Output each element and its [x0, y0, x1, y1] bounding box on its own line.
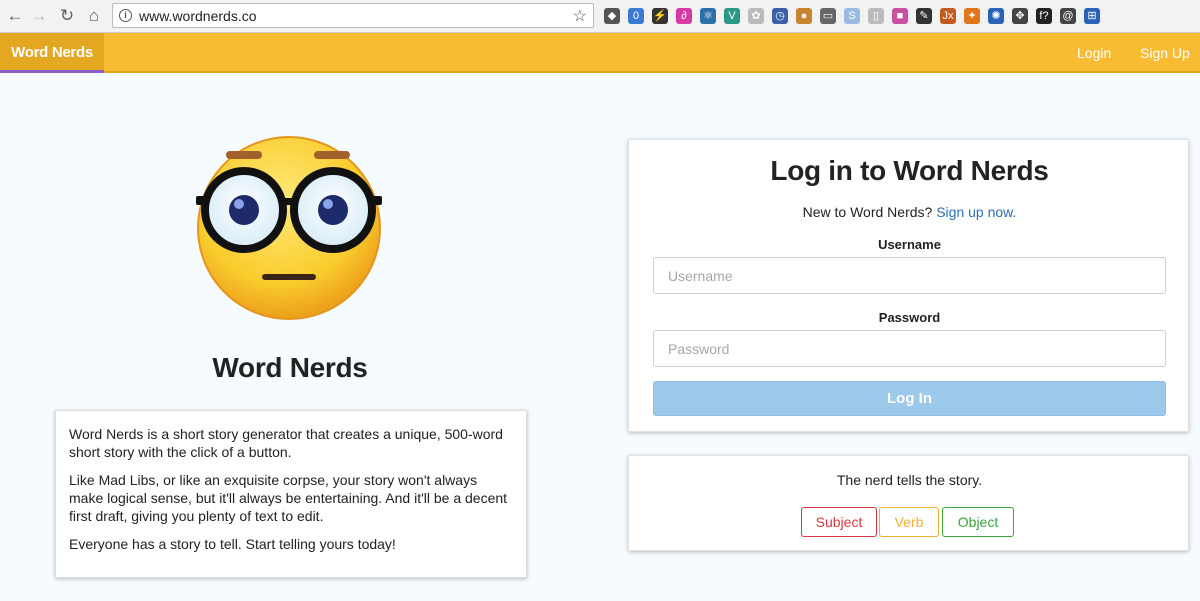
- nav-login-link[interactable]: Login: [1077, 33, 1111, 73]
- signup-prompt-text: New to Word Nerds?: [802, 204, 933, 220]
- eyedropper-icon[interactable]: ✎: [916, 8, 932, 24]
- reload-icon[interactable]: ↻: [56, 5, 78, 27]
- vue-icon[interactable]: V: [724, 8, 740, 24]
- url-text[interactable]: www.wordnerds.co: [139, 8, 257, 24]
- username-label: Username: [878, 237, 941, 252]
- forward-arrow-icon[interactable]: →: [28, 5, 50, 27]
- page-icon[interactable]: ▯: [868, 8, 884, 24]
- login-card: Log in to Word Nerds New to Word Nerds? …: [628, 139, 1189, 432]
- object-button[interactable]: Object: [942, 507, 1014, 537]
- cookie-icon[interactable]: ●: [796, 8, 812, 24]
- cast-icon[interactable]: ▭: [820, 8, 836, 24]
- brand-link[interactable]: Word Nerds: [0, 33, 104, 73]
- clock-icon[interactable]: ◷: [772, 8, 788, 24]
- pocket-icon[interactable]: ◆: [604, 8, 620, 24]
- function-icon[interactable]: f?: [1036, 8, 1052, 24]
- subject-button[interactable]: Subject: [801, 507, 877, 537]
- extensions-tray: ◆ 0 ⚡ ∂ ⚛ V ✿ ◷ ● ▭ S ▯ ■ ✎ Jx ✦ ✺ ✥ f? @ ⊞: [604, 6, 1100, 26]
- bolt-icon[interactable]: ⚡: [652, 8, 668, 24]
- gradient-icon[interactable]: ■: [892, 8, 908, 24]
- jsx-icon[interactable]: Jx: [940, 8, 956, 24]
- frame-icon[interactable]: ⊞: [1084, 8, 1100, 24]
- about-paragraph: Everyone has a story to tell. Start tell…: [69, 536, 396, 552]
- password-label: Password: [878, 310, 941, 325]
- signup-prompt: New to Word Nerds? Sign up now.: [629, 204, 1190, 220]
- info-icon[interactable]: i: [119, 9, 132, 22]
- bookmark-star-icon[interactable]: ☆: [573, 6, 587, 26]
- login-heading: Log in to Word Nerds: [770, 155, 1049, 186]
- skype-icon[interactable]: S: [844, 8, 860, 24]
- address-bar[interactable]: i www.wordnerds.co ☆: [112, 3, 594, 28]
- home-icon[interactable]: ⌂: [83, 5, 105, 27]
- site-title: Word Nerds: [212, 352, 368, 383]
- password-input[interactable]: [653, 330, 1166, 367]
- at-icon[interactable]: @: [1060, 8, 1076, 24]
- verb-button[interactable]: Verb: [879, 507, 939, 537]
- react-icon[interactable]: ⚛: [700, 8, 716, 24]
- about-card: Word Nerds is a short story generator th…: [55, 410, 527, 578]
- tagline-text: The nerd tells the story.: [836, 472, 983, 488]
- username-input[interactable]: [653, 257, 1166, 294]
- nerd-face-logo: [196, 136, 382, 320]
- settings-badge-icon[interactable]: ✺: [988, 8, 1004, 24]
- nav-signup-link[interactable]: Sign Up: [1140, 33, 1190, 73]
- signup-link[interactable]: Sign up now.: [936, 204, 1016, 220]
- browser-toolbar: ← → ↻ ⌂ i www.wordnerds.co ☆ ◆ 0 ⚡ ∂ ⚛ V ✿ ◷ ● ▭ S…: [0, 0, 1200, 33]
- metamask-icon[interactable]: ✦: [964, 8, 980, 24]
- site-navbar: Word Nerds Login Sign Up: [0, 33, 1200, 73]
- login-button[interactable]: Log In: [653, 381, 1166, 416]
- move-icon[interactable]: ✥: [1012, 8, 1028, 24]
- about-paragraph: Like Mad Libs, or like an exquisite corp…: [69, 472, 508, 524]
- ghostery-icon[interactable]: 0: [628, 8, 644, 24]
- swirl-icon[interactable]: ∂: [676, 8, 692, 24]
- back-arrow-icon[interactable]: ←: [4, 5, 26, 27]
- leaf-icon[interactable]: ✿: [748, 8, 764, 24]
- about-paragraph: Word Nerds is a short story generator th…: [69, 426, 503, 460]
- tagline-card: The nerd tells the story. Subject Verb O…: [628, 455, 1189, 551]
